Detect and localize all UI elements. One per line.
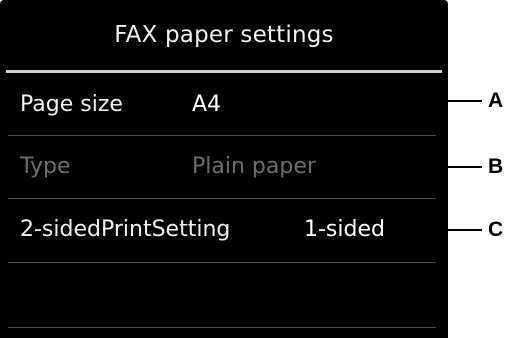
setting-row-empty (8, 263, 436, 324)
setting-label-2-sided: 2-sidedPrintSetting (20, 217, 231, 242)
setting-value-page-size: A4 (192, 92, 222, 117)
setting-label-type: Type (20, 154, 71, 179)
screen-title: FAX paper settings (114, 22, 334, 48)
callout-label-a: A (488, 89, 504, 112)
setting-value-2-sided: 1-sided (304, 217, 385, 242)
title-divider (6, 70, 442, 73)
setting-row-type: Type Plain paper (8, 136, 436, 197)
callout-label-c: C (488, 218, 504, 241)
callout-line-c (436, 229, 482, 231)
callout-label-b: B (488, 155, 504, 178)
lcd-screen: FAX paper settings Page size A4 Type Pla… (0, 0, 448, 338)
callout-line-b (436, 166, 482, 168)
setting-row-page-size[interactable]: Page size A4 (8, 74, 436, 135)
row-divider (8, 327, 436, 328)
setting-value-type: Plain paper (192, 154, 316, 179)
callout-line-a (436, 100, 482, 102)
setting-row-2-sided[interactable]: 2-sidedPrintSetting 1-sided (8, 199, 436, 260)
setting-label-page-size: Page size (20, 92, 123, 117)
